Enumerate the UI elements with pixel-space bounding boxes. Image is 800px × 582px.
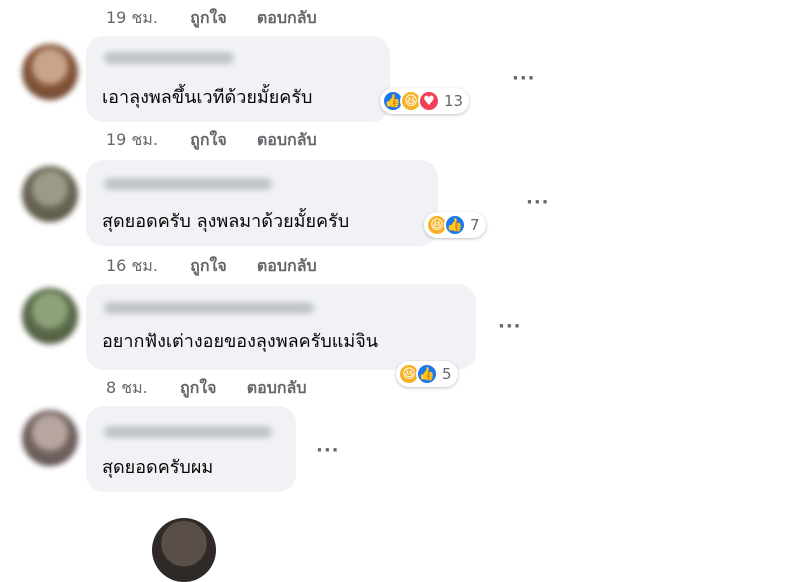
comment-bubble: เอาลุงพลขึ้นเวทีด้วยมั้ยครับ (86, 36, 390, 122)
comment-meta: 16 ชม. ถูกใจ ตอบกลับ (106, 254, 317, 279)
commenter-name[interactable] (104, 52, 234, 64)
comment-time[interactable]: 8 ชม. (106, 376, 148, 401)
reply-link[interactable]: ตอบกลับ (257, 128, 317, 153)
like-reaction-icon: 👍 (416, 363, 438, 385)
comment-text: สุดยอดครับ ลุงพลมาด้วยมั้ยครับ (102, 211, 350, 232)
like-link[interactable]: ถูกใจ (190, 6, 227, 31)
comment-meta: 19 ชม. ถูกใจ ตอบกลับ (106, 128, 317, 153)
commenter-name[interactable] (104, 178, 272, 190)
comment-bubble: อยากฟังเต่างอยของลุงพลครับแม่จิน (86, 284, 476, 370)
more-options-icon[interactable]: ··· (512, 68, 536, 89)
comment-bubble: สุดยอดครับผม (86, 406, 296, 492)
reply-link[interactable]: ตอบกลับ (257, 6, 317, 31)
comment-meta: 8 ชม. ถูกใจ ตอบกลับ (106, 376, 307, 401)
like-link[interactable]: ถูกใจ (190, 128, 227, 153)
comment-text: สุดยอดครับผม (102, 457, 214, 478)
like-reaction-icon: 👍 (444, 214, 466, 236)
reaction-summary[interactable]: 👍 😆 ♥ 13 (380, 88, 470, 114)
reply-link[interactable]: ตอบกลับ (247, 376, 307, 401)
more-options-icon[interactable]: ··· (316, 440, 340, 461)
reaction-count: 13 (444, 92, 464, 110)
commenter-name[interactable] (104, 302, 314, 314)
avatar[interactable] (22, 44, 78, 100)
like-link[interactable]: ถูกใจ (180, 376, 217, 401)
comment-time[interactable]: 16 ชม. (106, 254, 158, 279)
avatar[interactable] (152, 518, 216, 582)
more-options-icon[interactable]: ··· (498, 316, 522, 337)
comment-bubble: สุดยอดครับ ลุงพลมาด้วยมั้ยครับ (86, 160, 438, 246)
comment-text: อยากฟังเต่างอยของลุงพลครับแม่จิน (102, 331, 379, 352)
reaction-summary[interactable]: 😆 👍 5 (396, 361, 458, 387)
reaction-count: 5 (442, 365, 452, 383)
love-reaction-icon: ♥ (418, 90, 440, 112)
like-link[interactable]: ถูกใจ (190, 254, 227, 279)
comment-text: เอาลุงพลขึ้นเวทีด้วยมั้ยครับ (102, 87, 313, 108)
avatar[interactable] (22, 166, 78, 222)
reply-link[interactable]: ตอบกลับ (257, 254, 317, 279)
comment-time[interactable]: 19 ชม. (106, 128, 158, 153)
avatar[interactable] (22, 288, 78, 344)
reaction-count: 7 (470, 216, 480, 234)
reaction-summary[interactable]: 😆 👍 7 (424, 212, 486, 238)
avatar[interactable] (22, 410, 78, 466)
comment-meta: 19 ชม. ถูกใจ ตอบกลับ (106, 6, 317, 31)
commenter-name[interactable] (104, 426, 272, 438)
comment-time[interactable]: 19 ชม. (106, 6, 158, 31)
more-options-icon[interactable]: ··· (526, 192, 550, 213)
